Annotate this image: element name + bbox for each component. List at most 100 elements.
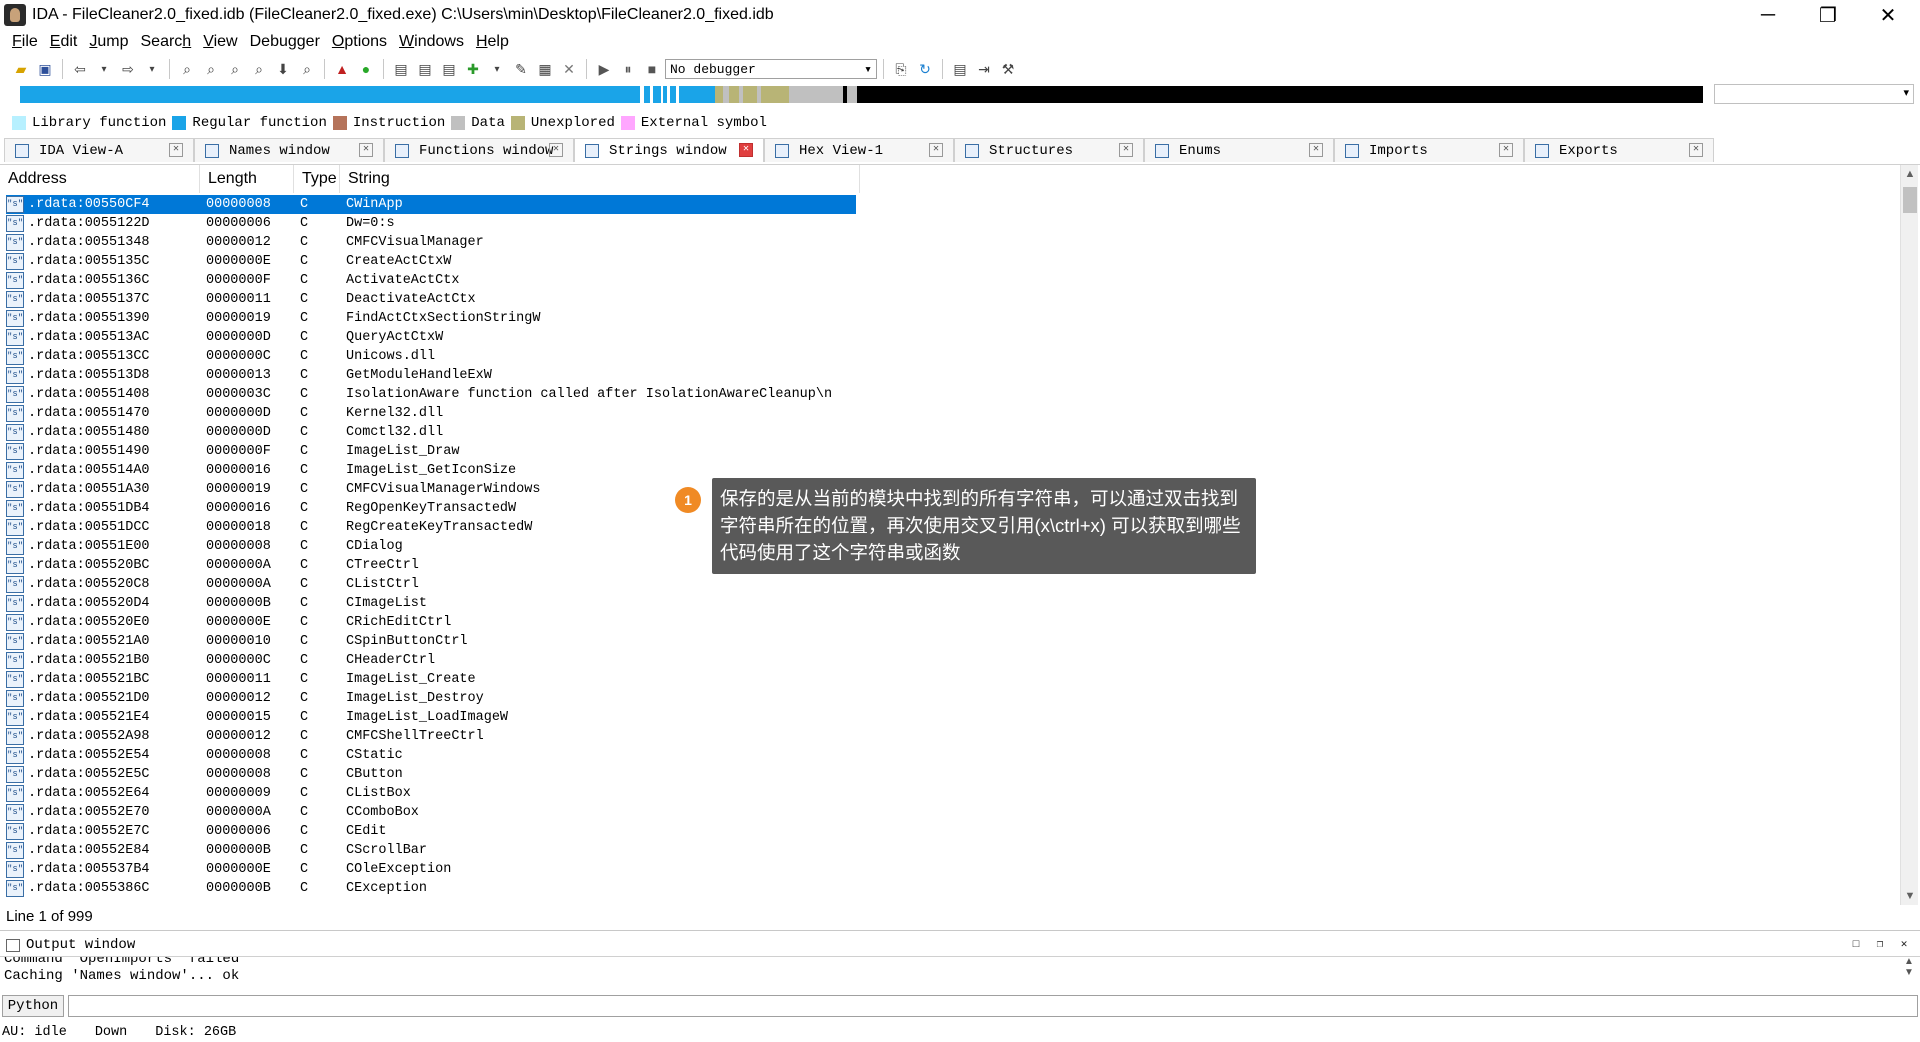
refresh-icon[interactable]: ↻	[914, 58, 936, 80]
table-row[interactable]: "s" .rdata:005513AC 0000000D C QueryActCtxW	[6, 328, 1896, 347]
close-button[interactable]: ✕	[1860, 0, 1916, 30]
vertical-scrollbar[interactable]: ▲ ▼	[1900, 165, 1918, 905]
text-search-icon[interactable]: ⌕	[200, 58, 222, 80]
image-icon[interactable]: ▦	[534, 58, 556, 80]
maximize-button[interactable]: ❐	[1800, 0, 1856, 30]
column-header-length[interactable]: Length	[200, 165, 294, 193]
table-row[interactable]: "s" .rdata:00552E5C 00000008 C CButton	[6, 765, 1896, 784]
table-row[interactable]: "s" .rdata:00552E84 0000000B C CScrollBar	[6, 841, 1896, 860]
python-language-button[interactable]: Python	[2, 995, 64, 1017]
close-icon[interactable]: ✕	[739, 143, 753, 157]
play-icon[interactable]: ▶	[593, 58, 615, 80]
table-row[interactable]: "s" .rdata:005521A0 00000010 C CSpinButtonCt…	[6, 632, 1896, 651]
tab-structures[interactable]: Structures ✕	[954, 138, 1144, 162]
menu-item-file[interactable]: File	[6, 33, 44, 51]
navigation-band-bar[interactable]	[20, 86, 1703, 103]
debugger-select[interactable]: No debugger ▾	[665, 59, 877, 79]
table-row[interactable]: "s" .rdata:00551470 0000000D C Kernel32.dll	[6, 404, 1896, 423]
close-icon[interactable]: ✕	[1119, 143, 1133, 157]
add-green-icon[interactable]: ✚	[462, 58, 484, 80]
trace-icon[interactable]: ⇥	[973, 58, 995, 80]
table-row[interactable]: "s" .rdata:005521D0 00000012 C ImageList_Des…	[6, 689, 1896, 708]
table-row[interactable]: "s" .rdata:005513D8 00000013 C GetModuleHand…	[6, 366, 1896, 385]
close-icon[interactable]: ✕	[929, 143, 943, 157]
green-circle-icon[interactable]: ●	[355, 58, 377, 80]
tab-enums[interactable]: Enums ✕	[1144, 138, 1334, 162]
table-row[interactable]: "s" .rdata:005521B0 0000000C C CHeaderCtrl	[6, 651, 1896, 670]
minimize-button[interactable]: ─	[1740, 0, 1796, 30]
jump-down-icon[interactable]: ⬇	[272, 58, 294, 80]
tab-hex-view-1[interactable]: Hex View-1 ✕	[764, 138, 954, 162]
close-icon[interactable]: ✕	[1689, 143, 1703, 157]
table-row[interactable]: "s" .rdata:00551348 00000012 C CMFCVisualMan…	[6, 233, 1896, 252]
table-row[interactable]: "s" .rdata:0055135C 0000000E C CreateActCtxW	[6, 252, 1896, 271]
attach-process-icon[interactable]: ⎘	[890, 58, 912, 80]
delete-x-icon[interactable]: ✕	[558, 58, 580, 80]
output-restore-button[interactable]: ❐	[1872, 937, 1888, 953]
close-icon[interactable]: ✕	[549, 143, 563, 157]
back-dropdown-icon[interactable]: ▾	[93, 58, 115, 80]
output-close-button[interactable]: ✕	[1896, 937, 1912, 953]
scroll-up-icon[interactable]: ▲	[1900, 956, 1918, 967]
column-header-string[interactable]: String	[340, 165, 860, 193]
table-row[interactable]: "s" .rdata:00552A98 00000012 C CMFCShellTree…	[6, 727, 1896, 746]
pause-icon[interactable]: ⏸	[617, 58, 639, 80]
table-row[interactable]: "s" .rdata:0055137C 00000011 C DeactivateAct…	[6, 290, 1896, 309]
stop-icon[interactable]: ■	[641, 58, 663, 80]
menu-item-options[interactable]: Options	[326, 33, 393, 51]
table-row[interactable]: "s" .rdata:00551408 0000003C C IsolationAwar…	[6, 385, 1896, 404]
navigation-band[interactable]: ▾	[0, 84, 1920, 106]
tab-ida-view-a[interactable]: IDA View-A ✕	[4, 138, 194, 162]
tab-names-window[interactable]: Names window ✕	[194, 138, 384, 162]
python-command-input[interactable]	[68, 995, 1918, 1017]
output-scrollbar[interactable]: ▲ ▼	[1900, 956, 1918, 990]
table-row[interactable]: "s" .rdata:00551480 0000000D C Comctl32.dll	[6, 423, 1896, 442]
enum-icon[interactable]: ▤	[414, 58, 436, 80]
output-log[interactable]: Command "OpenImports" failed Caching 'Na…	[0, 956, 1920, 990]
table-row[interactable]: "s" .rdata:005520E0 0000000E C CRichEditCtrl	[6, 613, 1896, 632]
menu-item-edit[interactable]: Edit	[44, 33, 84, 51]
back-arrow-icon[interactable]: ⇦	[69, 58, 91, 80]
search-immediate-icon[interactable]: ⌕	[248, 58, 270, 80]
table-row[interactable]: "s" .rdata:0055386C 0000000B C CException	[6, 879, 1896, 898]
search-next-icon[interactable]: ⌕	[224, 58, 246, 80]
forward-arrow-icon[interactable]: ⇨	[117, 58, 139, 80]
search-text-icon[interactable]: ⌕	[296, 58, 318, 80]
scroll-up-icon[interactable]: ▲	[1901, 165, 1919, 183]
save-icon[interactable]: ▣	[34, 58, 56, 80]
table-row[interactable]: "s" .rdata:00551390 00000019 C FindActCtxSec…	[6, 309, 1896, 328]
table-row[interactable]: "s" .rdata:005537B4 0000000E C COleException	[6, 860, 1896, 879]
menu-item-debugger[interactable]: Debugger	[244, 33, 326, 51]
tab-exports[interactable]: Exports ✕	[1524, 138, 1714, 162]
table-row[interactable]: "s" .rdata:005513CC 0000000C C Unicows.dll	[6, 347, 1896, 366]
table-row[interactable]: "s" .rdata:00552E64 00000009 C CListBox	[6, 784, 1896, 803]
tab-imports[interactable]: Imports ✕	[1334, 138, 1524, 162]
graph-icon[interactable]: ▲	[331, 58, 353, 80]
table-row[interactable]: "s" .rdata:005521BC 00000011 C ImageList_Cre…	[6, 670, 1896, 689]
close-icon[interactable]: ✕	[169, 143, 183, 157]
menu-item-view[interactable]: View	[197, 33, 243, 51]
patch-icon[interactable]: ✎	[510, 58, 532, 80]
breakpoint-list-icon[interactable]: ▤	[949, 58, 971, 80]
output-float-button[interactable]: □	[1848, 937, 1864, 953]
scroll-thumb[interactable]	[1903, 187, 1917, 213]
table-row[interactable]: "s" .rdata:00552E7C 00000006 C CEdit	[6, 822, 1896, 841]
tab-strings-window[interactable]: Strings window ✕	[574, 138, 764, 162]
table-row[interactable]: "s" .rdata:00551490 0000000F C ImageList_Dra…	[6, 442, 1896, 461]
table-row[interactable]: "s" .rdata:00552E54 00000008 C CStatic	[6, 746, 1896, 765]
close-icon[interactable]: ✕	[1309, 143, 1323, 157]
menu-item-windows[interactable]: Windows	[393, 33, 470, 51]
column-header-type[interactable]: Type	[294, 165, 340, 193]
tab-functions-window[interactable]: Functions window ✕	[384, 138, 574, 162]
menu-item-jump[interactable]: Jump	[83, 33, 134, 51]
table-row[interactable]: "s" .rdata:005520C8 0000000A C CListCtrl	[6, 575, 1896, 594]
open-file-icon[interactable]: ▰	[10, 58, 32, 80]
table-row[interactable]: "s" .rdata:0055136C 0000000F C ActivateActCt…	[6, 271, 1896, 290]
segment-icon[interactable]: ▤	[438, 58, 460, 80]
menu-item-search[interactable]: Search	[135, 33, 198, 51]
add-dropdown-icon[interactable]: ▾	[486, 58, 508, 80]
scroll-down-icon[interactable]: ▼	[1901, 887, 1919, 905]
table-row[interactable]: "s" .rdata:005520D4 0000000B C CImageList	[6, 594, 1896, 613]
table-row[interactable]: "s" .rdata:005521E4 00000015 C ImageList_Loa…	[6, 708, 1896, 727]
close-icon[interactable]: ✕	[1499, 143, 1513, 157]
